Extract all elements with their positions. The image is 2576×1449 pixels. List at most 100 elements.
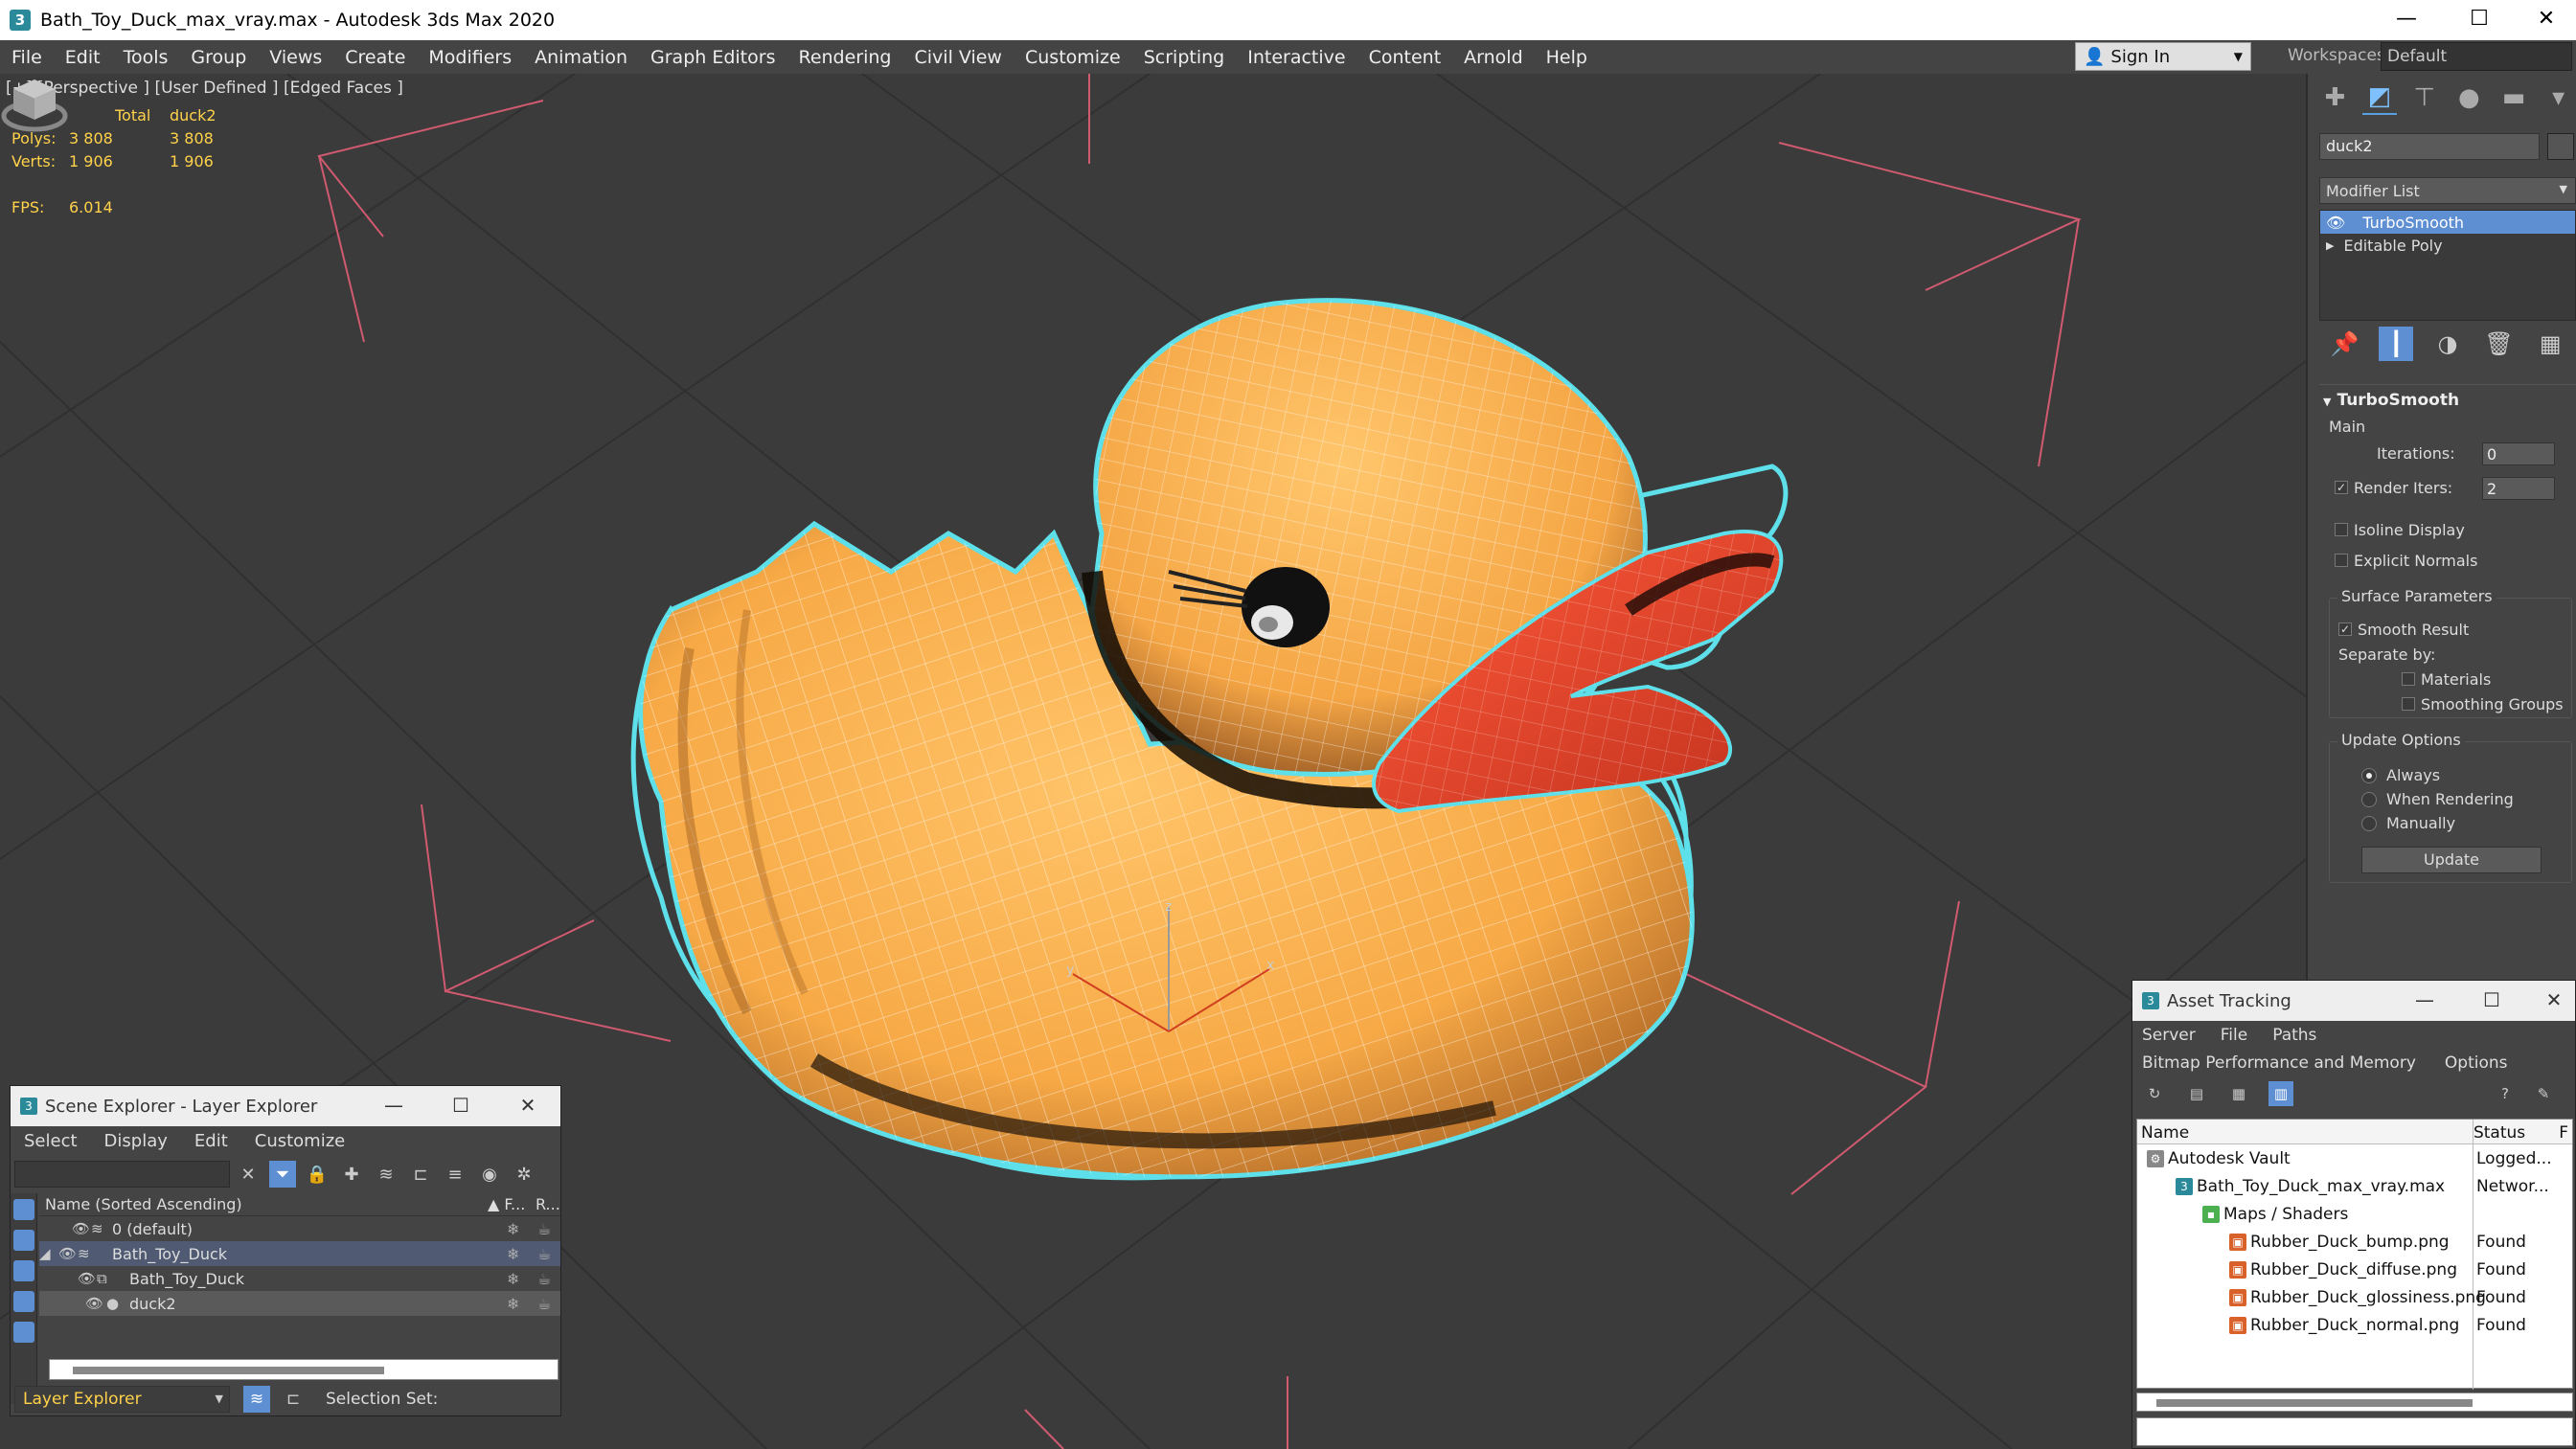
tree-row[interactable]: 👁 ⧉ Bath_Toy_Duck ❄ ☕ bbox=[39, 1266, 560, 1291]
asset-row[interactable]: ▣ Rubber_Duck_glossiness.png Found bbox=[2137, 1283, 2572, 1311]
layers-icon[interactable]: ≋ bbox=[373, 1161, 399, 1188]
display-helpers-icon[interactable] bbox=[13, 1322, 34, 1343]
explicit-normals-checkbox[interactable] bbox=[2335, 554, 2348, 567]
render-icon[interactable]: ☕ bbox=[537, 1245, 551, 1263]
workspace-select[interactable]: Default bbox=[2381, 42, 2572, 71]
maximize-button[interactable]: ☐ bbox=[2473, 981, 2511, 1021]
menu-civil-view[interactable]: Civil View bbox=[903, 47, 1014, 68]
modifier-list-dropdown[interactable]: Modifier List ▼ bbox=[2319, 177, 2576, 204]
scrollbar-thumb[interactable] bbox=[73, 1367, 384, 1374]
stack-item-turbosmooth[interactable]: 👁 TurboSmooth bbox=[2320, 211, 2575, 234]
freeze-icon[interactable]: ❄ bbox=[507, 1245, 519, 1263]
isoline-display-checkbox[interactable] bbox=[2335, 523, 2348, 536]
column-renderable[interactable]: R... bbox=[536, 1195, 560, 1213]
eye-icon[interactable]: 👁 bbox=[2326, 214, 2345, 232]
highlight-icon[interactable]: ◉ bbox=[476, 1161, 503, 1188]
close-button[interactable]: ✕ bbox=[2518, 0, 2575, 40]
hierarchy-tab-icon[interactable]: ⊤ bbox=[2406, 80, 2442, 115]
display-cameras-icon[interactable] bbox=[13, 1291, 34, 1312]
menu-options[interactable]: Options bbox=[2445, 1053, 2508, 1073]
menu-select[interactable]: Select bbox=[24, 1131, 78, 1151]
render-iters-checkbox[interactable]: ✓ bbox=[2335, 481, 2348, 494]
menu-content[interactable]: Content bbox=[1357, 47, 1453, 68]
clear-search-icon[interactable]: ✕ bbox=[235, 1161, 262, 1188]
freeze-icon[interactable]: ❄ bbox=[507, 1295, 519, 1313]
menu-group[interactable]: Group bbox=[179, 47, 258, 68]
display-tab-icon[interactable]: ▬ bbox=[2496, 80, 2532, 115]
menu-graph-editors[interactable]: Graph Editors bbox=[639, 47, 786, 68]
menu-rendering[interactable]: Rendering bbox=[786, 47, 902, 68]
freeze-icon[interactable]: ❄ bbox=[507, 1220, 519, 1238]
menu-help[interactable]: Help bbox=[1535, 47, 1599, 68]
help-icon[interactable]: ? bbox=[2493, 1081, 2518, 1106]
menu-edit[interactable]: Edit bbox=[194, 1131, 228, 1151]
materials-checkbox[interactable] bbox=[2402, 672, 2415, 686]
scene-explorer-titlebar[interactable]: 3 Scene Explorer - Layer Explorer — ☐ ✕ bbox=[11, 1086, 560, 1126]
freeze-icon[interactable]: ❄ bbox=[507, 1270, 519, 1288]
menu-animation[interactable]: Animation bbox=[523, 47, 639, 68]
manually-radio[interactable] bbox=[2361, 816, 2377, 831]
stack-layers-icon[interactable]: ≡ bbox=[442, 1161, 468, 1188]
asset-row[interactable]: 3 Bath_Toy_Duck_max_vray.max Networ... bbox=[2137, 1172, 2572, 1200]
menu-file[interactable]: File bbox=[0, 47, 54, 68]
column-status[interactable]: Status bbox=[2470, 1120, 2555, 1143]
tree-row[interactable]: ◢ 👁 ≋ Bath_Toy_Duck ❄ ☕ bbox=[39, 1241, 560, 1266]
display-geometry-icon[interactable] bbox=[13, 1199, 34, 1220]
asset-row[interactable]: ⚙ Autodesk Vault Logged... bbox=[2137, 1144, 2572, 1172]
menu-display[interactable]: Display bbox=[104, 1131, 168, 1151]
configure-modifier-sets-icon[interactable]: ▦ bbox=[2533, 327, 2567, 361]
eye-icon[interactable]: 👁 bbox=[85, 1295, 103, 1312]
tree-row[interactable]: 👁 ≋ 0 (default) ❄ ☕ bbox=[39, 1216, 560, 1241]
render-icon[interactable]: ☕ bbox=[537, 1270, 551, 1288]
menu-paths[interactable]: Paths bbox=[2272, 1026, 2316, 1045]
collapse-arrow-icon[interactable]: ◢ bbox=[39, 1245, 51, 1262]
minimize-button[interactable]: — bbox=[2378, 0, 2435, 40]
render-iters-spinner[interactable]: 2 bbox=[2482, 477, 2555, 500]
pin-stack-icon[interactable]: 📌 bbox=[2328, 327, 2362, 361]
expand-arrow-icon[interactable]: ▶ bbox=[2326, 239, 2334, 252]
asset-row[interactable]: ▣ Rubber_Duck_normal.png Found bbox=[2137, 1311, 2572, 1339]
update-button[interactable]: Update bbox=[2361, 847, 2542, 873]
column-name[interactable]: Name bbox=[2137, 1120, 2470, 1143]
list-icon[interactable]: ▤ bbox=[2184, 1081, 2209, 1106]
iterations-spinner[interactable]: 0 bbox=[2482, 442, 2555, 465]
menu-views[interactable]: Views bbox=[258, 47, 333, 68]
always-radio[interactable] bbox=[2361, 768, 2377, 783]
menu-edit[interactable]: Edit bbox=[54, 47, 112, 68]
object-color-swatch[interactable] bbox=[2547, 133, 2574, 160]
tree-row[interactable]: 👁 ● duck2 ❄ ☕ bbox=[39, 1291, 560, 1316]
display-lights-icon[interactable] bbox=[13, 1260, 34, 1281]
show-end-result-icon[interactable]: ┃ bbox=[2379, 327, 2414, 361]
when-rendering-radio[interactable] bbox=[2361, 792, 2377, 807]
smoothing-groups-checkbox[interactable] bbox=[2402, 697, 2415, 711]
asset-tracking-titlebar[interactable]: 3 Asset Tracking — ☐ ✕ bbox=[2132, 981, 2575, 1021]
render-icon[interactable]: ☕ bbox=[537, 1295, 551, 1313]
hierarchy-icon[interactable]: ⊏ bbox=[407, 1161, 434, 1188]
layers-toggle-icon[interactable]: ≋ bbox=[243, 1386, 270, 1413]
asset-row[interactable]: ▪ Maps / Shaders bbox=[2137, 1200, 2572, 1228]
menu-customize[interactable]: Customize bbox=[255, 1131, 345, 1151]
menu-server[interactable]: Server bbox=[2142, 1026, 2196, 1045]
maximize-button[interactable]: ☐ bbox=[2451, 0, 2508, 40]
path-field[interactable] bbox=[2136, 1417, 2573, 1446]
remove-modifier-icon[interactable]: 🗑 bbox=[2482, 327, 2517, 361]
menu-bitmap-performance[interactable]: Bitmap Performance and Memory bbox=[2142, 1053, 2416, 1073]
minimize-button[interactable]: — bbox=[375, 1086, 413, 1126]
filter-icon[interactable]: ⏷ bbox=[269, 1161, 296, 1188]
settings-icon[interactable]: ✲ bbox=[511, 1161, 537, 1188]
utilities-tab-icon[interactable]: ▾ bbox=[2541, 80, 2576, 115]
viewcube-icon[interactable] bbox=[0, 74, 69, 133]
column-frozen[interactable]: ▲ F... bbox=[488, 1195, 525, 1213]
eye-icon[interactable]: 👁 bbox=[58, 1245, 77, 1262]
refresh-icon[interactable]: ↻ bbox=[2142, 1081, 2167, 1106]
settings-icon[interactable]: ✎ bbox=[2531, 1081, 2556, 1106]
create-tab-icon[interactable]: ✚ bbox=[2317, 80, 2353, 115]
display-shapes-icon[interactable] bbox=[13, 1230, 34, 1251]
menu-tools[interactable]: Tools bbox=[112, 47, 180, 68]
stack-item-editable-poly[interactable]: ▶ Editable Poly bbox=[2320, 234, 2575, 257]
modify-tab-icon[interactable]: ◩ bbox=[2361, 80, 2398, 115]
asset-row[interactable]: ▣ Rubber_Duck_bump.png Found bbox=[2137, 1228, 2572, 1256]
eye-icon[interactable]: 👁 bbox=[72, 1220, 90, 1237]
render-icon[interactable]: ☕ bbox=[537, 1220, 551, 1238]
rollout-header[interactable]: ▼ TurboSmooth bbox=[2319, 385, 2576, 416]
